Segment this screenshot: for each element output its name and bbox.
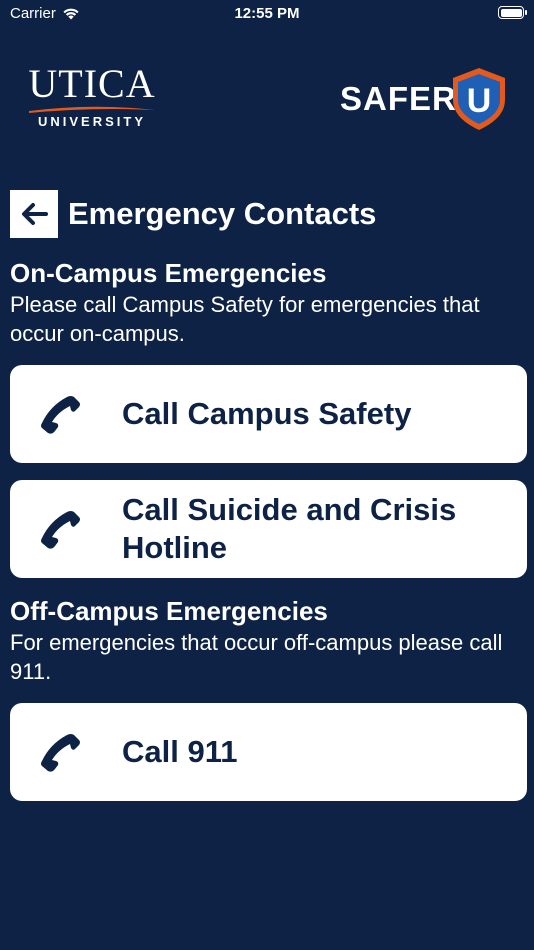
call-911-button[interactable]: Call 911 [10, 703, 527, 801]
call-campus-safety-button[interactable]: Call Campus Safety [10, 365, 527, 463]
arrow-left-icon [22, 203, 48, 225]
shield-letter: U [467, 82, 492, 120]
on-campus-heading: On-Campus Emergencies [10, 258, 327, 288]
page-title: Emergency Contacts [68, 196, 377, 231]
status-time: 12:55 PM [234, 5, 300, 22]
utica-university-logo: UTICA UNIVERSITY [22, 64, 162, 129]
shield-icon: U [453, 68, 505, 130]
back-button[interactable] [10, 190, 58, 238]
call-crisis-hotline-label: Call Suicide and Crisis Hotline [122, 492, 457, 565]
phone-icon [41, 396, 80, 434]
call-911-label: Call 911 [122, 734, 238, 769]
utica-logo-word: UTICA [28, 61, 156, 106]
off-campus-heading: Off-Campus Emergencies [10, 596, 328, 626]
status-bar: Carrier 12:55 PM [0, 0, 534, 30]
phone-icon [41, 511, 80, 549]
phone-icon [41, 734, 80, 772]
saferu-logo: SAFER U [340, 66, 510, 134]
call-campus-safety-label: Call Campus Safety [122, 396, 412, 431]
battery-icon [498, 6, 527, 19]
title-row: Emergency Contacts [10, 190, 376, 238]
utica-logo-sub: UNIVERSITY [37, 114, 146, 129]
on-campus-description: Please call Campus Safety for emergencie… [10, 292, 480, 346]
off-campus-description: For emergencies that occur off-campus pl… [10, 630, 503, 684]
saferu-logo-text: SAFER [340, 80, 457, 117]
call-crisis-hotline-button[interactable]: Call Suicide and Crisis Hotline [10, 480, 527, 578]
